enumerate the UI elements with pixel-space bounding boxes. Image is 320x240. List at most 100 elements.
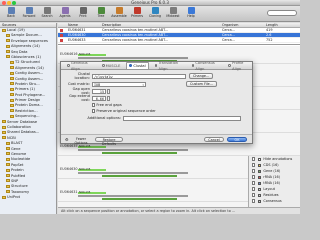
- document-type-icon: [58, 38, 66, 42]
- gap-open-stepper[interactable]: [106, 88, 110, 94]
- column-header[interactable]: [58, 23, 66, 27]
- sidebar-item-label: PubMed: [11, 173, 26, 178]
- cost-matrix-select[interactable]: IUB ▾: [92, 81, 146, 87]
- column-header[interactable]: Name: [66, 23, 100, 27]
- color-swatch: [258, 169, 262, 173]
- toolbar-forward-button[interactable]: Forward: [21, 7, 37, 21]
- sequence-track[interactable]: EU064635 NOX-135: [58, 142, 300, 156]
- folder-icon: [6, 147, 10, 151]
- folder-icon: [6, 190, 10, 194]
- toolbar-button-label: Forward: [22, 14, 36, 18]
- folder-icon: [10, 109, 14, 113]
- sidebar-item-label: Contig Assem...: [15, 76, 44, 81]
- tab-profile-align[interactable]: Profile Align: [226, 60, 252, 72]
- tab-muscle[interactable]: MUSCLE: [100, 63, 123, 69]
- tab-radio-icon: [101, 64, 105, 67]
- toolbar-agents-button[interactable]: Agents: [57, 7, 73, 21]
- app-window: Geneious Pro 6.0.3 Back Forward Search Agen…: [0, 0, 300, 214]
- tab-label: MUSCLE: [105, 63, 121, 68]
- table-cell-desc: Cercarileus coxsinus ten-mutinel ABT...: [102, 33, 169, 37]
- folder-icon: [6, 141, 10, 145]
- toolbar-search-field[interactable]: [267, 10, 297, 16]
- table-cell-name: EU064630: [68, 33, 86, 37]
- toolbar-button-label: Midwest: [166, 14, 180, 18]
- annotation-option-row[interactable]: Consensus: [249, 198, 300, 204]
- gap-extend-label: Gap extend cost:: [69, 94, 90, 102]
- folder-icon: [6, 152, 10, 156]
- toolbar-assemble-button[interactable]: Assemble: [111, 7, 127, 21]
- change-location-button[interactable]: Change...: [189, 73, 214, 79]
- custom-file-button[interactable]: Custom File...: [186, 81, 217, 87]
- gap-extend-stepper[interactable]: [106, 95, 110, 101]
- gap-open-input[interactable]: 15: [92, 88, 106, 94]
- column-header[interactable]: Description: [100, 23, 220, 27]
- sidebar-item-label: Shared Databas...: [7, 130, 40, 135]
- sidebar-item-label: Sequencing...: [15, 114, 40, 119]
- toolbar-print-button[interactable]: Print: [75, 7, 91, 21]
- sidebar-item-label: NCBI: [7, 135, 16, 140]
- cloning-icon: [151, 7, 159, 14]
- folder-icon: [10, 77, 14, 81]
- toolbar-back-button[interactable]: Back: [3, 7, 19, 21]
- cancel-button[interactable]: Cancel: [204, 137, 224, 143]
- folder-icon: [6, 179, 10, 183]
- folder-icon: [2, 28, 6, 32]
- fewer-options-button[interactable]: Fewer Options: [70, 137, 92, 145]
- chevron-down-icon: ▾: [142, 82, 144, 87]
- tab-translation-align[interactable]: Translation Align: [153, 60, 186, 72]
- gap-extend-row: Gap extend cost: 6.66: [65, 94, 110, 102]
- tab-consensus-align[interactable]: Consensus Align: [190, 60, 223, 72]
- table-row[interactable]: EU064633 Cercarileus coxsinus ten-mutinel…: [58, 38, 300, 43]
- toolbar-primers-button[interactable]: Primers: [129, 7, 145, 21]
- source-tree: Local (19) Sample Docum... Envelope sequen…: [0, 28, 56, 201]
- sequence-name: EU064616: [60, 52, 78, 56]
- toolbar-button-label: Print: [79, 14, 87, 18]
- column-header[interactable]: Length: [264, 23, 294, 27]
- folder-icon: [10, 98, 14, 102]
- annotation-option-checkbox[interactable]: [252, 157, 256, 161]
- sidebar-item-label: BLAST: [11, 141, 23, 146]
- annotation-option-checkbox[interactable]: [252, 163, 256, 167]
- main-toolbar: Back Forward Search Agents Print Tree Assemble…: [0, 6, 300, 22]
- column-header[interactable]: Organism: [220, 23, 264, 27]
- sidebar-item-label: Protein Doma...: [15, 103, 43, 108]
- folder-icon: [10, 93, 14, 97]
- annotation-bar[interactable]: [102, 152, 177, 155]
- ok-button[interactable]: OK: [227, 137, 247, 143]
- toolbar-button-label: Back: [7, 14, 15, 18]
- folder-icon: [2, 130, 6, 134]
- annotation-option-checkbox[interactable]: [252, 175, 256, 179]
- annotation-option-checkbox[interactable]: [252, 169, 256, 173]
- preserve-order-checkbox[interactable]: [92, 109, 96, 113]
- tab-label: Translation Align: [158, 60, 179, 71]
- toolbar-tree-button[interactable]: Tree: [93, 7, 109, 21]
- sidebar-item-label: T2 Structured: [15, 60, 40, 65]
- restore-defaults-button[interactable]: Restore Defaults: [95, 137, 123, 146]
- free-end-gaps-checkbox[interactable]: [92, 103, 96, 107]
- annotation-option-checkbox[interactable]: [252, 199, 256, 203]
- annotation-option-checkbox[interactable]: [252, 181, 256, 185]
- additional-options-input[interactable]: [123, 115, 241, 121]
- sidebar-tree-item[interactable]: UniProt: [0, 195, 56, 200]
- folder-icon: [10, 71, 14, 75]
- tab-radio-icon: [228, 64, 232, 67]
- annotation-bar[interactable]: [102, 175, 177, 178]
- folder-icon: [2, 195, 6, 199]
- folder-icon: [10, 87, 14, 91]
- annotation-bar[interactable]: [102, 198, 177, 201]
- gap-extend-input[interactable]: 6.66: [92, 95, 106, 101]
- toolbar-help-button[interactable]: Help: [183, 7, 199, 21]
- tab-geneious-align[interactable]: Geneious Align: [65, 60, 96, 72]
- toolbar-cloning-button[interactable]: Cloning: [147, 7, 163, 21]
- annotation-option-checkbox[interactable]: [252, 193, 256, 197]
- sidebar-item-label: Gene: [11, 146, 21, 151]
- annotation-option-checkbox[interactable]: [252, 187, 256, 191]
- toolbar-search-button[interactable]: Search: [39, 7, 55, 21]
- clustal-location-input[interactable]: /clustalw: [92, 73, 186, 79]
- tab-clustal[interactable]: Clustal: [126, 61, 149, 70]
- color-swatch: [258, 193, 262, 197]
- toolbar-midwest-button[interactable]: Midwest: [165, 7, 181, 21]
- color-swatch: [258, 163, 262, 167]
- table-cell-name: EU064633: [68, 38, 86, 42]
- color-swatch: [258, 175, 262, 179]
